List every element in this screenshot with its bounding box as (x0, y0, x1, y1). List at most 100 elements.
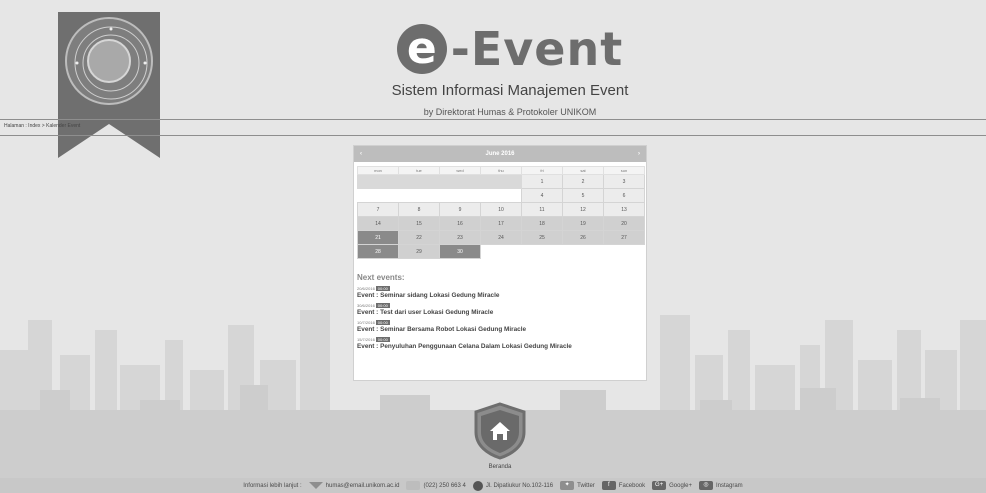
calendar-day[interactable]: 5 (562, 188, 604, 203)
google-plus-icon: G+ (652, 481, 667, 490)
event-item[interactable]: 30/6/2016 00:00 Event : Test dari user L… (357, 303, 646, 316)
event-title[interactable]: Event : Test dari user Lokasi Gedung Mir… (357, 309, 646, 316)
facebook-icon: f (601, 481, 616, 490)
footer-address-text: Jl. Dipatiukur No.102-116 (485, 482, 554, 489)
event-time-badge: 00:00 (375, 286, 390, 291)
footer-twitter-text[interactable]: Twitter (577, 483, 595, 489)
event-item[interactable]: 15/7/2016 00:00 Event : Penyuluhan Pengg… (357, 337, 646, 350)
calendar-empty-cell (439, 188, 481, 203)
calendar-day[interactable]: 24 (480, 230, 522, 245)
calendar-day[interactable]: 29 (398, 244, 440, 259)
footer-address: Jl. Dipatiukur No.102-116 (472, 480, 554, 491)
calendar-day[interactable]: 1 (521, 174, 563, 189)
brand-e-badge: e (396, 24, 447, 74)
next-events-title: Next events: (357, 273, 405, 282)
home-label[interactable]: Beranda (472, 464, 528, 470)
calendar-day[interactable]: 7 (357, 202, 399, 217)
calendar-week: 4 5 6 (357, 188, 645, 203)
footer-email-text[interactable]: humas@email.unikom.ac.id (326, 483, 400, 489)
event-time-badge: 00:00 (375, 337, 390, 342)
calendar-day[interactable]: 14 (357, 216, 399, 231)
footer-twitter[interactable]: ✦ Twitter (560, 481, 595, 490)
footer-bar: Informasi lebih lanjut : humas@email.uni… (0, 478, 986, 493)
event-title[interactable]: Event : Penyuluhan Penggunaan Celana Dal… (357, 343, 646, 350)
breadcrumb: Halaman : Index > Kalender Event (4, 123, 81, 129)
breadcrumb-bar: Halaman : Index > Kalender Event (0, 119, 986, 136)
next-month-button[interactable]: › (638, 151, 640, 157)
calendar-day[interactable]: 11 (521, 202, 563, 217)
calendar-day[interactable]: 8 (398, 202, 440, 217)
weekday-label: sat (562, 166, 604, 175)
event-item[interactable]: 10/7/2016 00:00 Event : Seminar Bersama … (357, 320, 646, 333)
calendar-day[interactable]: 20 (603, 216, 645, 231)
event-date-text: 30/6/2016 (357, 303, 375, 308)
calendar-week: 1 2 3 (357, 174, 645, 189)
calendar-week: 14 15 16 17 18 19 20 (357, 216, 645, 231)
footer-instagram[interactable]: ◎ Instagram (699, 481, 743, 490)
event-date: 15/7/2016 00:00 (357, 337, 646, 342)
location-icon (472, 480, 483, 491)
calendar-week: 28 29 30 (357, 244, 645, 259)
weekday-label: mon (357, 166, 399, 175)
calendar-day[interactable]: 23 (439, 230, 481, 245)
footer-googleplus-text[interactable]: Google+ (669, 483, 692, 489)
brand-name: -Event (450, 22, 624, 76)
event-title[interactable]: Event : Seminar sidang Lokasi Gedung Mir… (357, 292, 646, 299)
calendar-header: ‹ June 2016 › (354, 146, 646, 162)
calendar-day[interactable]: 2 (562, 174, 604, 189)
calendar-day[interactable]: 22 (398, 230, 440, 245)
footer-phone: (022) 250 663 4 (406, 481, 466, 490)
calendar-day[interactable]: 12 (562, 202, 604, 217)
event-date-text: 15/7/2016 (357, 337, 375, 342)
prev-month-button[interactable]: ‹ (360, 151, 362, 157)
brand-subtitle: Sistem Informasi Manajemen Event (391, 82, 629, 99)
calendar-day[interactable]: 17 (480, 216, 522, 231)
calendar-day[interactable]: 10 (480, 202, 522, 217)
calendar-day[interactable]: 15 (398, 216, 440, 231)
brand-byline: by Direktorat Humas & Protokoler UNIKOM (423, 107, 597, 117)
calendar-day[interactable]: 25 (521, 230, 563, 245)
calendar-week: 21 22 23 24 25 26 27 (357, 230, 645, 245)
email-icon (308, 482, 323, 489)
calendar-day[interactable]: 4 (521, 188, 563, 203)
event-date: 30/6/2016 00:00 (357, 303, 646, 308)
calendar-day[interactable]: 3 (603, 174, 645, 189)
footer-email[interactable]: humas@email.unikom.ac.id (308, 482, 400, 489)
footer-instagram-text[interactable]: Instagram (716, 483, 743, 489)
calendar-day[interactable]: 13 (603, 202, 645, 217)
weekday-label: tue (398, 166, 440, 175)
weekday-label: sun (603, 166, 645, 175)
footer-phone-text: (022) 250 663 4 (423, 482, 466, 489)
calendar-empty-cell (398, 188, 440, 203)
home-button[interactable] (472, 402, 528, 460)
event-item[interactable]: 20/6/2016 00:00 Event : Seminar sidang L… (357, 286, 646, 299)
footer-googleplus[interactable]: G+ Google+ (652, 481, 692, 490)
footer-facebook-text[interactable]: Facebook (619, 483, 645, 489)
phone-icon (406, 481, 421, 490)
calendar-month-title: June 2016 (485, 151, 515, 157)
calendar-day[interactable]: 6 (603, 188, 645, 203)
calendar-day[interactable]: 27 (603, 230, 645, 245)
calendar-day-event[interactable]: 21 (357, 230, 399, 245)
calendar-day[interactable]: 26 (562, 230, 604, 245)
calendar-day-event[interactable]: 30 (439, 244, 481, 259)
event-date: 10/7/2016 00:00 (357, 320, 646, 325)
event-date-text: 10/7/2016 (357, 320, 375, 325)
calendar-day[interactable]: 18 (521, 216, 563, 231)
calendar-day-event[interactable]: 28 (357, 244, 399, 259)
event-time-badge: 00:00 (375, 303, 390, 308)
event-title[interactable]: Event : Seminar Bersama Robot Lokasi Ged… (357, 326, 646, 333)
weekday-label: wed (439, 166, 481, 175)
calendar-card: ‹ June 2016 › mon tue wed thu fri sat su… (353, 145, 647, 381)
calendar-empty-cell (480, 244, 522, 259)
calendar-empty-cell (521, 244, 563, 259)
footer-info-label: Informasi lebih lanjut : (243, 482, 302, 489)
unikom-logo[interactable] (65, 17, 153, 105)
calendar-day[interactable]: 19 (562, 216, 604, 231)
footer-facebook[interactable]: f Facebook (601, 481, 645, 490)
calendar-empty-cell (480, 174, 522, 189)
calendar-day[interactable]: 16 (439, 216, 481, 231)
instagram-icon: ◎ (699, 481, 713, 490)
calendar-empty-cell (480, 188, 522, 203)
calendar-day[interactable]: 9 (439, 202, 481, 217)
